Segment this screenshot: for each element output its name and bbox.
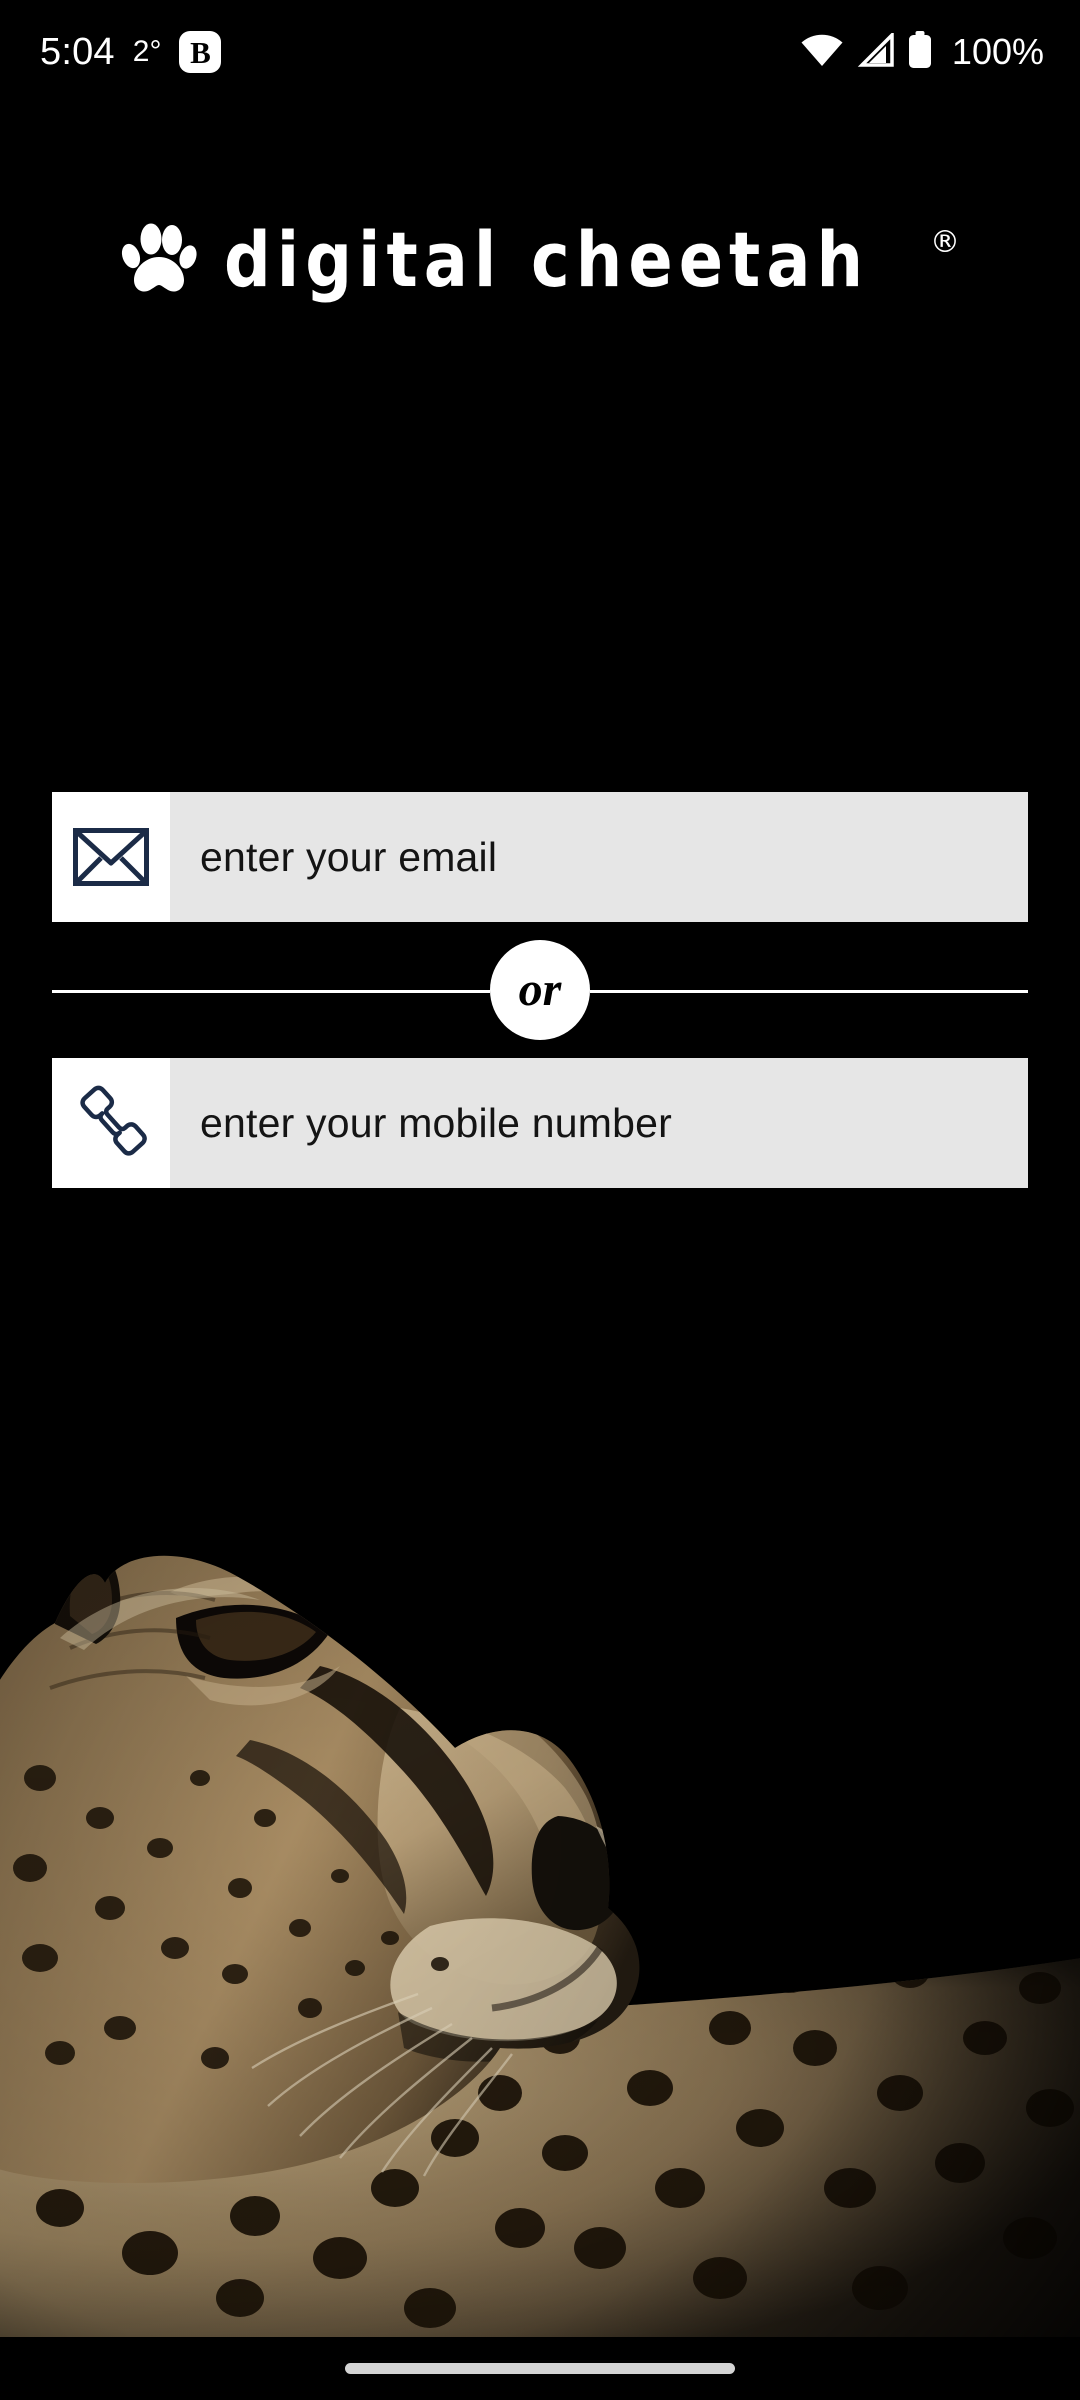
cheetah-hero-image — [0, 1348, 1080, 2337]
divider-line-left — [52, 990, 490, 993]
battery-percentage: 100% — [951, 31, 1044, 72]
battery-full-icon — [907, 30, 933, 74]
status-clock: 5:04 — [40, 31, 115, 73]
status-temperature: 2° — [132, 35, 162, 68]
email-input[interactable] — [170, 792, 1028, 922]
login-screen: 5:04 2° B 100% digital cheetah ® enter y… — [0, 0, 1080, 2400]
or-badge: or — [490, 940, 590, 1040]
app-badge-b-icon: B — [179, 31, 222, 73]
mobile-field-row[interactable] — [52, 1058, 1028, 1188]
paw-print-icon — [120, 223, 198, 297]
status-bar-right: 100% — [801, 30, 1044, 74]
login-form: or — [52, 792, 1028, 1188]
or-label: or — [518, 963, 562, 1016]
or-divider: or — [52, 922, 1028, 1058]
envelope-icon — [52, 792, 170, 922]
mobile-number-input[interactable] — [170, 1058, 1028, 1188]
registered-trademark-icon: ® — [930, 225, 960, 260]
divider-line-right — [590, 990, 1028, 993]
phone-handset-icon — [52, 1058, 170, 1188]
email-field-row[interactable] — [52, 792, 1028, 922]
wifi-icon — [801, 33, 843, 72]
status-bar-left: 5:04 2° B — [40, 31, 222, 73]
cellular-signal-icon — [856, 30, 894, 72]
brand-name: digital cheetah — [224, 215, 869, 304]
home-indicator[interactable] — [345, 2363, 735, 2374]
status-bar: 5:04 2° B 100% — [0, 0, 1080, 104]
brand-logo: digital cheetah ® — [0, 222, 1080, 298]
system-navigation-bar — [0, 2337, 1080, 2400]
